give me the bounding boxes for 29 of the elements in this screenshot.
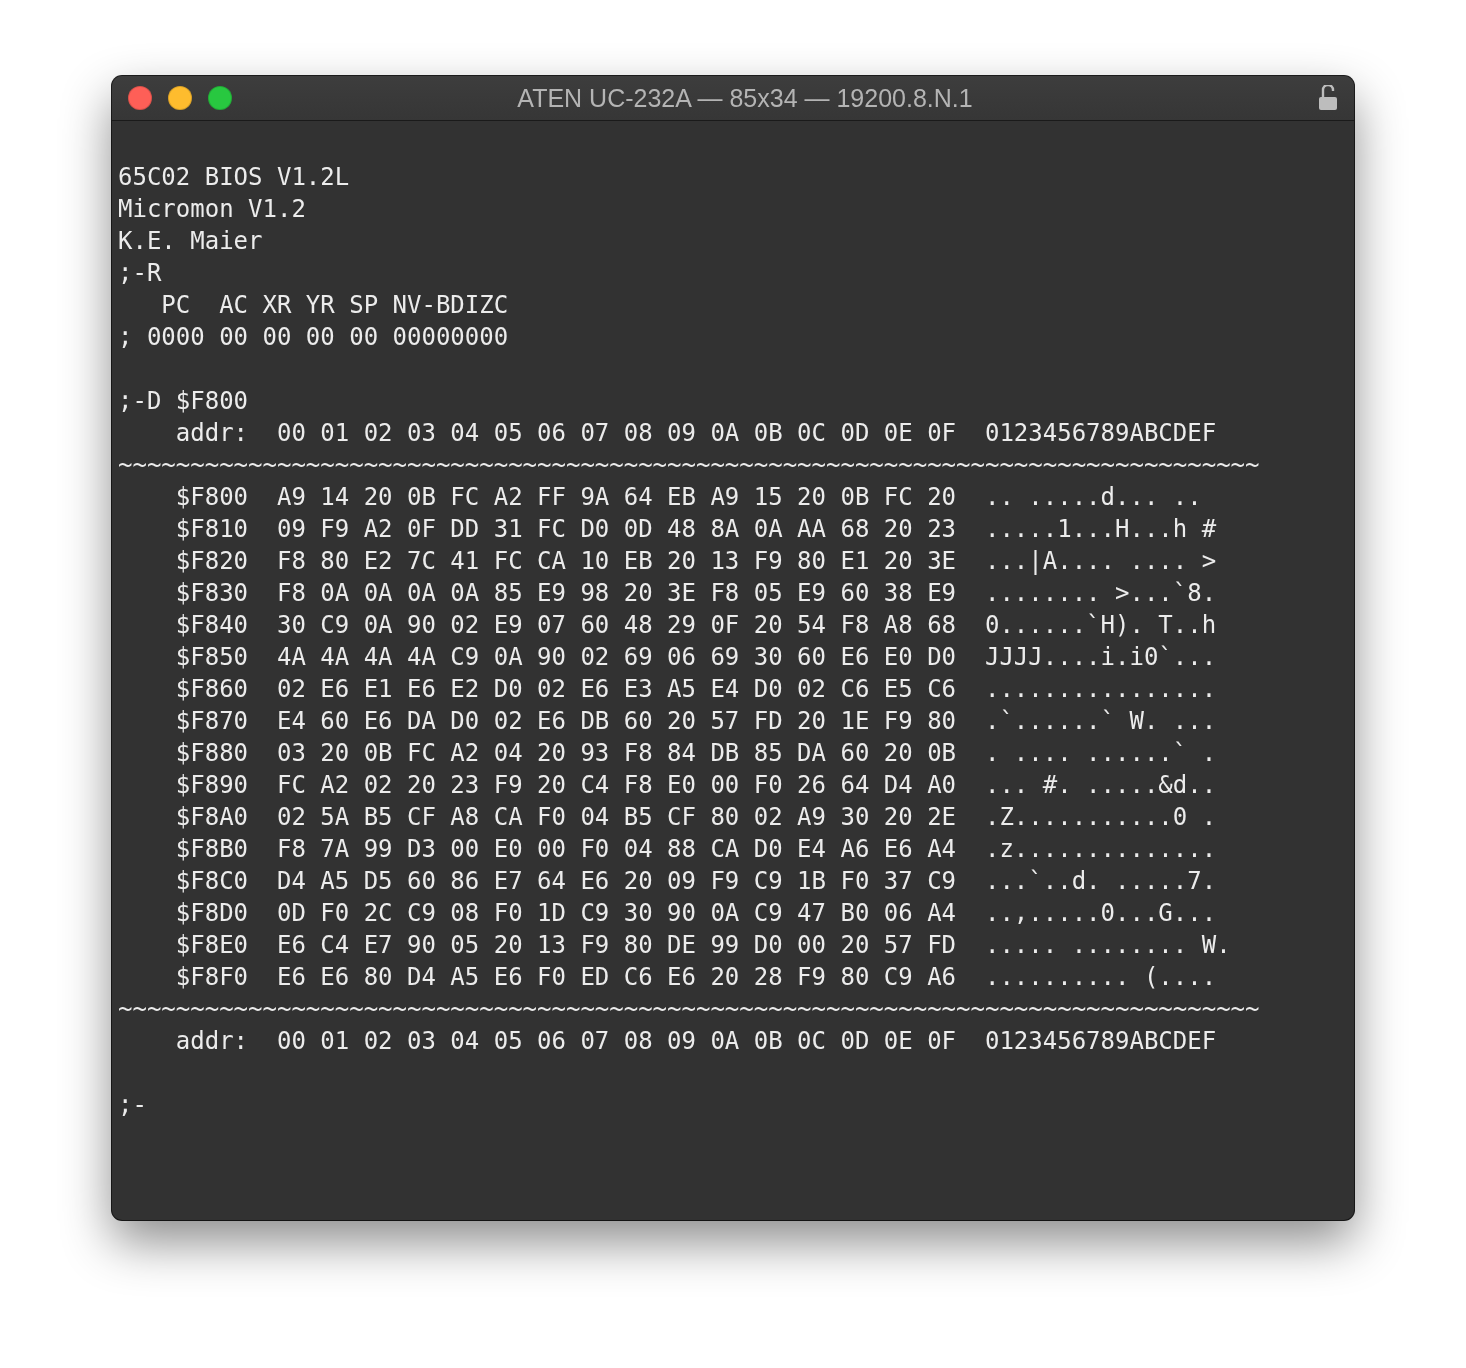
terminal-line: $F880 03 20 0B FC A2 04 20 93 F8 84 DB 85 DA 60 20 0B . .... ......` .	[174, 738, 1217, 769]
terminal-line: ;-	[118, 1090, 147, 1121]
terminal-line: $F8B0 F8 7A 99 D3 00 E0 00 F0 04 88 CA D0 E4 A6 E6 A4 .z..............	[174, 834, 1217, 865]
terminal-line: $F8C0 D4 A5 D5 60 86 E7 64 E6 20 09 F9 C9 1B F0 37 C9 ...`..d. .....7.	[174, 866, 1217, 897]
terminal-line: $F860 02 E6 E1 E6 E2 D0 02 E6 E3 A5 E4 D0 02 C6 E5 C6 ................	[174, 674, 1217, 705]
terminal-line: $F8A0 02 5A B5 CF A8 CA F0 04 B5 CF 80 02 A9 30 20 2E .Z...........0 .	[174, 802, 1217, 833]
terminal-line: $F8E0 E6 C4 E7 90 05 20 13 F9 80 DE 99 D0 00 20 57 FD ..... ........ W.	[174, 930, 1231, 961]
terminal-line: ~~~~~~~~~~~~~~~~~~~~~~~~~~~~~~~~~~~~~~~~~~~~~~~~~~~~~~~~~~~~~~~~~~~~~~~~~~~~~~~	[118, 450, 1260, 481]
terminal-line: $F830 F8 0A 0A 0A 0A 85 E9 98 20 3E F8 05 E9 60 38 E9 ........ >...`8.	[174, 578, 1217, 609]
terminal-line: ;-D $F800	[118, 386, 249, 417]
terminal-line: $F870 E4 60 E6 DA D0 02 E6 DB 60 20 57 FD 20 1E F9 80 .`......` W. ...	[174, 706, 1217, 737]
terminal-line: addr: 00 01 02 03 04 05 06 07 08 09 0A 0B 0C 0D 0E 0F 0123456789ABCDEF	[174, 418, 1217, 449]
terminal-line: K.E. Maier	[118, 226, 263, 257]
terminal-line: 65C02 BIOS V1.2L	[118, 162, 350, 193]
terminal-line: Micromon V1.2	[118, 194, 306, 225]
terminal-line: PC AC XR YR SP NV-BDIZC	[160, 290, 509, 321]
terminal-line: $F820 F8 80 E2 7C 41 FC CA 10 EB 20 13 F9 80 E1 20 3E ...|A.... .... >	[174, 546, 1217, 577]
terminal-line: $F8F0 E6 E6 80 D4 A5 E6 F0 ED C6 E6 20 28 F9 80 C9 A6 .......... (....	[174, 962, 1217, 993]
terminal-line: ; 0000 00 00 00 00 00000000	[118, 322, 509, 353]
terminal-line: ~~~~~~~~~~~~~~~~~~~~~~~~~~~~~~~~~~~~~~~~~~~~~~~~~~~~~~~~~~~~~~~~~~~~~~~~~~~~~~~	[118, 994, 1260, 1025]
terminal-line: $F850 4A 4A 4A 4A C9 0A 90 02 69 06 69 30 60 E6 E0 D0 JJJJ....i.i0`...	[174, 642, 1217, 673]
terminal-line: $F800 A9 14 20 0B FC A2 FF 9A 64 EB A9 15 20 0B FC 20 .. .....d... ..	[174, 482, 1202, 513]
terminal-line: $F890 FC A2 02 20 23 F9 20 C4 F8 E0 00 F0 26 64 D4 A0 ... #. .....&d..	[174, 770, 1217, 801]
terminal-line: ;-R	[118, 258, 162, 289]
window-title: ATEN UC-232A — 85x34 — 19200.8.N.1	[516, 83, 974, 113]
terminal-line: $F810 09 F9 A2 0F DD 31 FC D0 0D 48 8A 0A AA 68 20 23 .....1...H...h #	[174, 514, 1217, 545]
terminal-line: $F840 30 C9 0A 90 02 E9 07 60 48 29 0F 20 54 F8 A8 68 0......`H). T..h	[174, 610, 1217, 641]
terminal-line: $F8D0 0D F0 2C C9 08 F0 1D C9 30 90 0A C9 47 B0 06 A4 ..,.....0...G...	[174, 898, 1217, 929]
terminal-line: addr: 00 01 02 03 04 05 06 07 08 09 0A 0B 0C 0D 0E 0F 0123456789ABCDEF	[174, 1026, 1217, 1057]
